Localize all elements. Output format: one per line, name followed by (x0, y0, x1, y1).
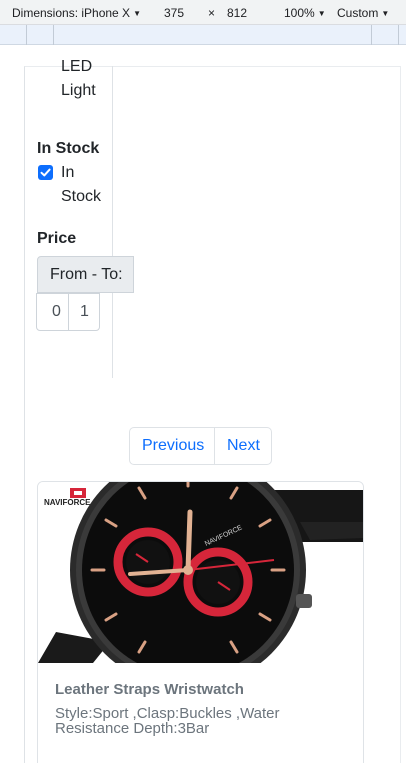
brand-logo: NAVIFORCE (44, 498, 91, 507)
checkmark-icon (40, 168, 51, 177)
price-to-input[interactable]: 1 (69, 303, 100, 321)
price-filter-heading: Price (37, 230, 77, 247)
height-input[interactable]: 812 (227, 6, 247, 20)
caret-down-icon: ▼ (317, 9, 326, 18)
device-select[interactable]: Dimensions: iPhone X ▼ (12, 6, 141, 20)
zoom-label: 100% (284, 6, 315, 20)
product-card[interactable]: NAVIFORCE NAVIFORCE Leather Straps Wrist… (37, 481, 364, 763)
in-stock-label: In (61, 164, 75, 181)
category-option-label: LED (61, 58, 93, 75)
throttle-select[interactable]: Custom ▼ (337, 6, 389, 20)
zoom-select[interactable]: 100% ▼ (284, 6, 326, 20)
stock-filter-heading: In Stock (37, 140, 100, 157)
width-input[interactable]: 375 (164, 6, 184, 20)
pagination-divider (214, 428, 215, 464)
product-title[interactable]: Leather Straps Wristwatch (55, 681, 244, 698)
price-range-button[interactable]: From - To: (37, 256, 134, 293)
price-range-inputs: 0 1 (36, 293, 100, 331)
device-label: Dimensions: iPhone X (12, 6, 131, 20)
ruler-segment (371, 25, 372, 45)
in-stock-checkbox[interactable] (38, 165, 53, 180)
devtools-toolbar: Dimensions: iPhone X ▼ 375 × 812 100% ▼ Cu… (0, 0, 406, 25)
next-page-link[interactable]: Next (227, 437, 260, 455)
ruler-segment (53, 25, 54, 45)
in-stock-label: Stock (61, 188, 102, 205)
ruler-segment (398, 25, 399, 45)
caret-down-icon: ▼ (381, 9, 390, 18)
throttle-label: Custom (337, 6, 379, 20)
previous-page-link[interactable]: Previous (142, 437, 204, 455)
sidebar-divider (112, 66, 113, 378)
caret-down-icon: ▼ (133, 9, 141, 18)
product-description: Style:Sport ,Clasp:Buckles ,Water Resist… (55, 705, 280, 737)
product-image[interactable]: NAVIFORCE NAVIFORCE (38, 482, 363, 688)
media-query-ruler[interactable] (0, 25, 406, 45)
times-icon: × (208, 6, 216, 20)
category-option-label: Light (61, 82, 96, 99)
pagination: Previous Next (129, 427, 272, 465)
wristwatch-image: NAVIFORCE NAVIFORCE (38, 482, 363, 688)
ruler-segment (26, 25, 27, 45)
